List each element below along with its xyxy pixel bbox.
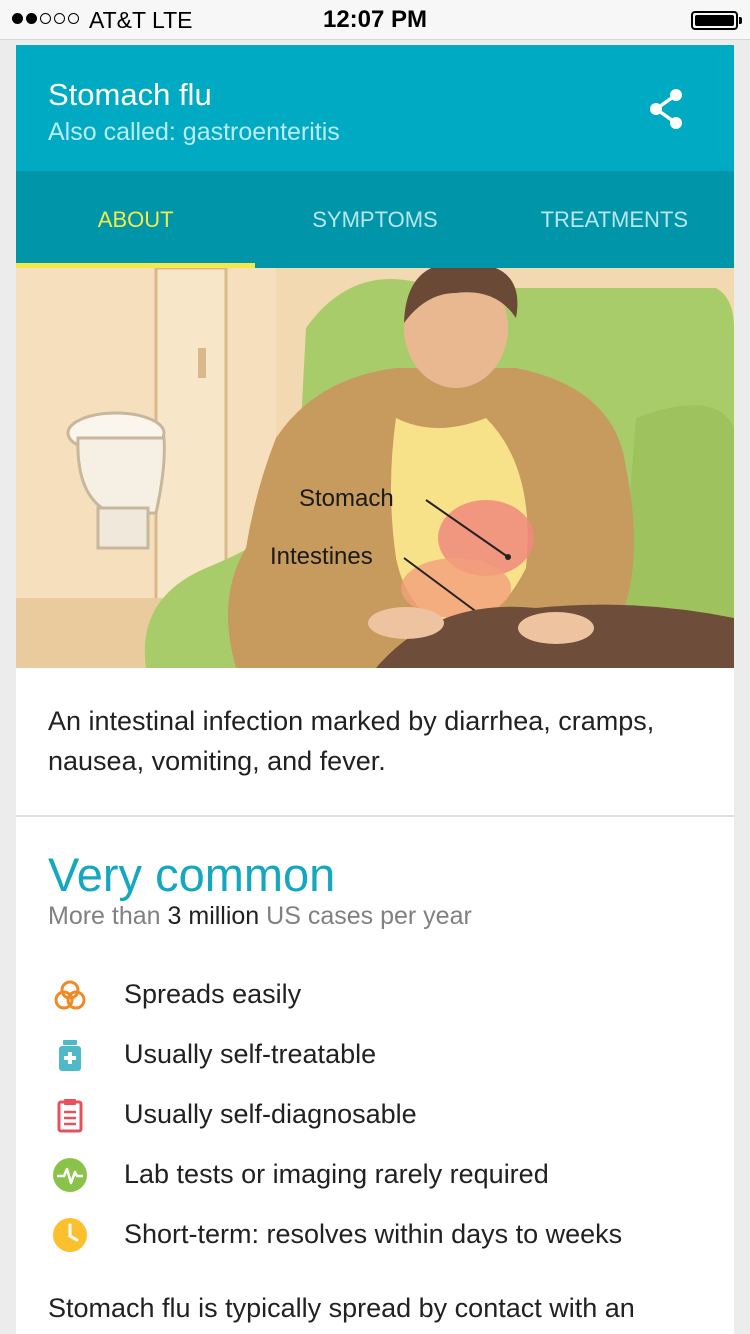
- list-item: Spreads easily: [16, 965, 734, 1025]
- status-bar: AT&T LTE 12:07 PM: [0, 0, 750, 40]
- facts-list: Spreads easily Usually self-treatable Us…: [16, 965, 734, 1265]
- condition-alias: Also called: gastroenteritis: [48, 118, 340, 146]
- clock-icon: [53, 1218, 87, 1252]
- card-header: Stomach flu Also called: gastroenteritis: [16, 45, 734, 171]
- clipboard-icon: [57, 1099, 83, 1133]
- prevalence-suffix: US cases per year: [259, 902, 472, 930]
- list-item: Usually self-diagnosable: [16, 1085, 734, 1145]
- fact-text: Lab tests or imaging rarely required: [124, 1159, 549, 1189]
- status-time: 12:07 PM: [322, 6, 428, 33]
- contagious-icon: [54, 980, 86, 1010]
- transmission-text: Stomach flu is typically spread by conta…: [48, 1293, 635, 1323]
- condition-illustration: Stomach Intestines: [16, 268, 734, 668]
- tab-symptoms[interactable]: SYMPTOMS: [255, 171, 494, 268]
- condition-title: Stomach flu: [48, 77, 212, 112]
- divider: [16, 815, 734, 817]
- battery-icon: [691, 11, 742, 30]
- prevalence-count: 3 million: [167, 902, 260, 930]
- tab-about[interactable]: ABOUT: [16, 171, 256, 268]
- pulse-icon: [53, 1158, 87, 1192]
- illustration-label-intestines: Intestines: [270, 543, 373, 570]
- list-item: Short-term: resolves within days to week…: [16, 1205, 734, 1265]
- illustration-label-stomach: Stomach: [299, 485, 394, 512]
- share-icon[interactable]: [642, 85, 690, 133]
- tab-treatments[interactable]: TREATMENTS: [495, 171, 734, 268]
- prevalence-prefix: More than: [48, 902, 168, 930]
- prevalence-heading: Very common: [48, 848, 336, 901]
- fact-text: Spreads easily: [124, 979, 302, 1009]
- medicine-bottle-icon: [59, 1040, 81, 1071]
- prevalence-detail: More than 3 million US cases per year: [48, 902, 472, 931]
- fact-text: Usually self-diagnosable: [124, 1099, 417, 1129]
- list-item: Usually self-treatable: [16, 1025, 734, 1085]
- list-item: Lab tests or imaging rarely required: [16, 1145, 734, 1205]
- fact-text: Short-term: resolves within days to week…: [124, 1219, 623, 1249]
- fact-text: Usually self-treatable: [124, 1039, 377, 1069]
- tab-bar: ABOUT SYMPTOMS TREATMENTS: [16, 171, 734, 268]
- condition-card: Stomach flu Also called: gastroenteritis…: [16, 45, 734, 1334]
- condition-description: An intestinal infection marked by diarrh…: [48, 706, 655, 776]
